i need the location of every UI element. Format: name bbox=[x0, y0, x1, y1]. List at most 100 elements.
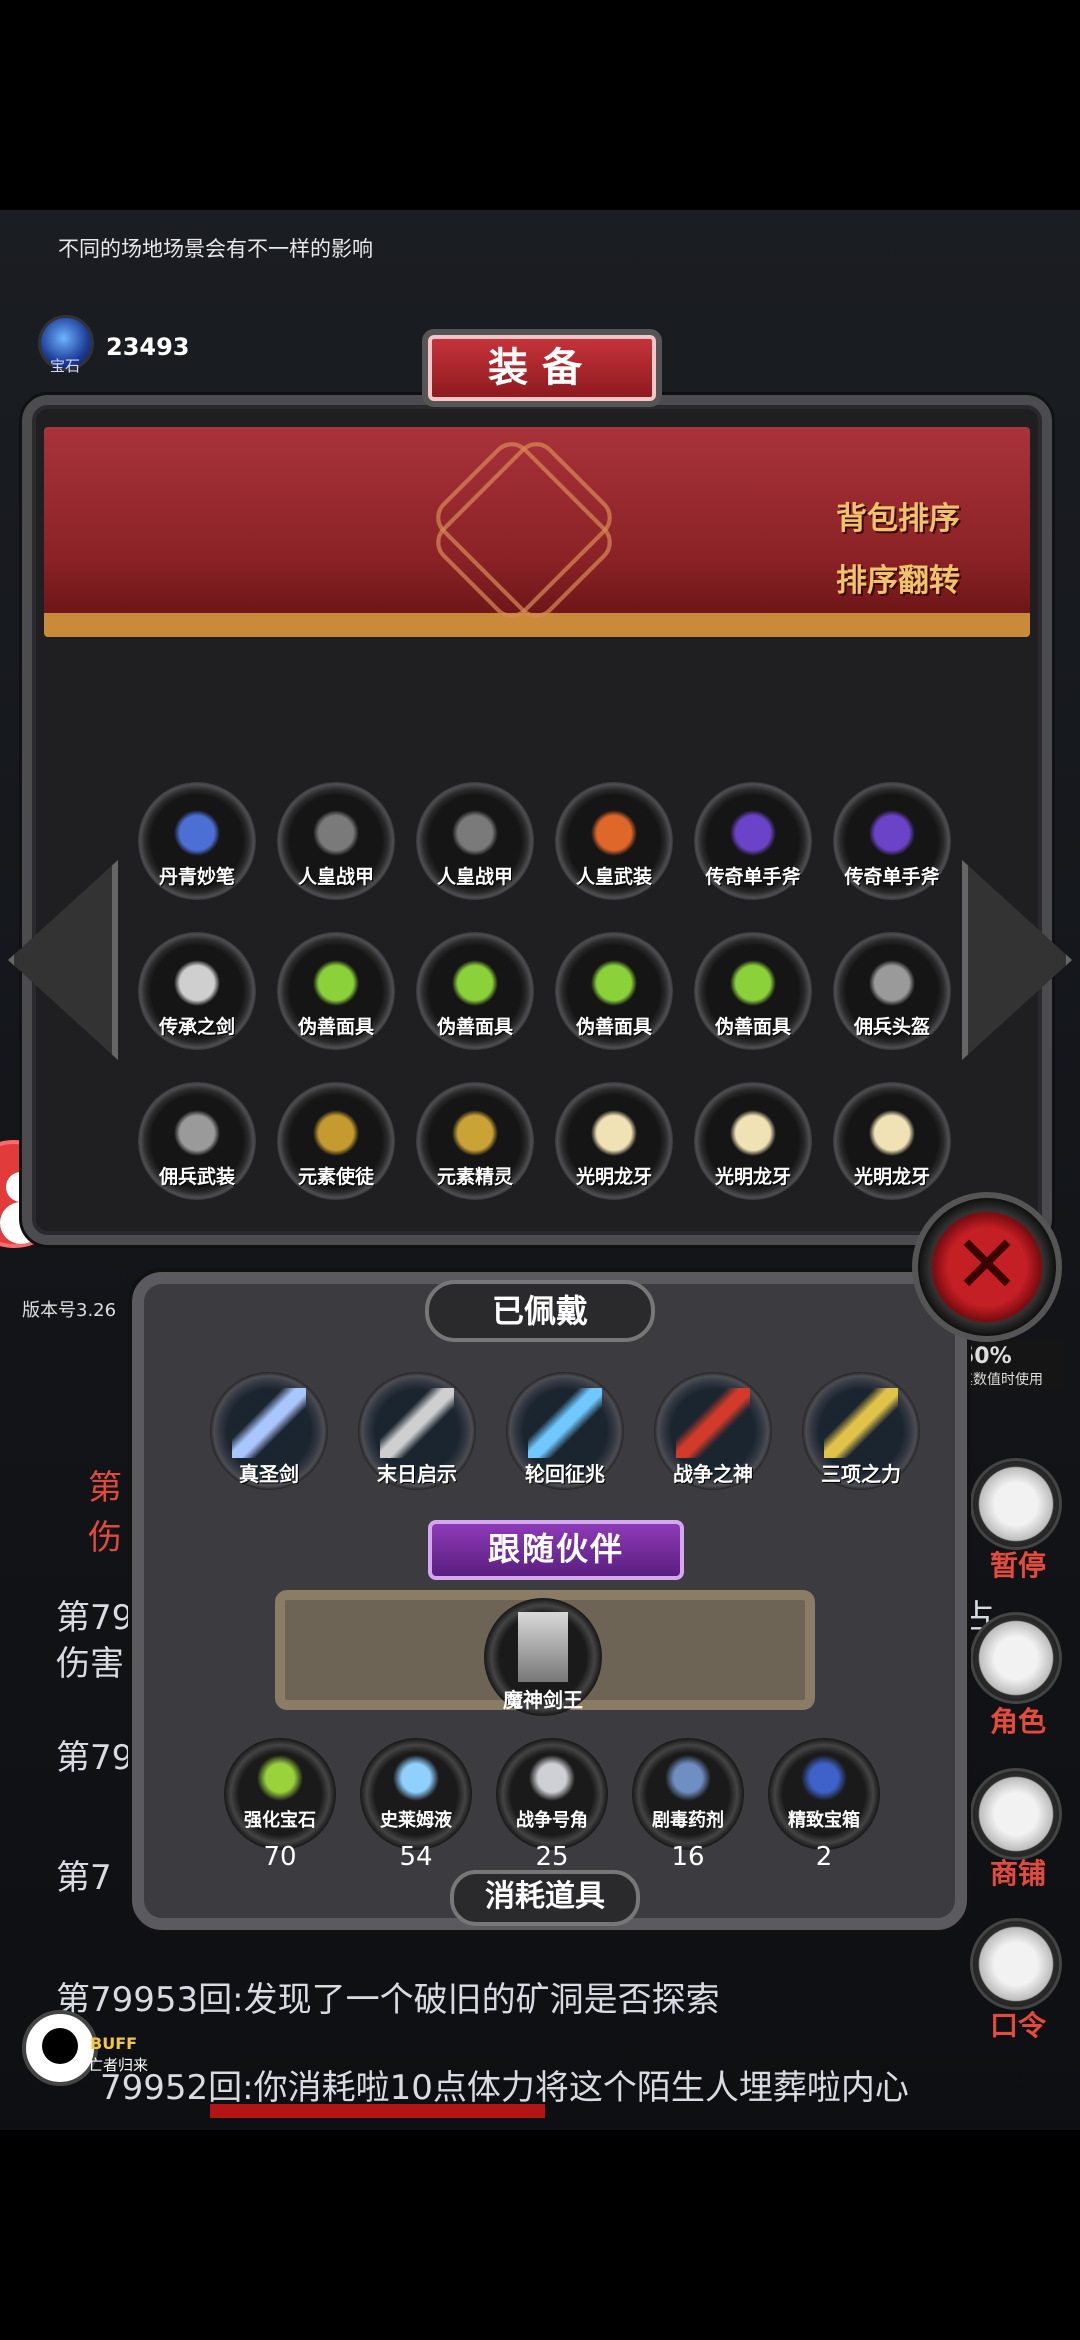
inventory-item[interactable]: 人皇武装 bbox=[555, 782, 673, 900]
sort-bag-button[interactable]: 背包排序 bbox=[836, 493, 960, 538]
inventory-item[interactable]: 光明龙牙 bbox=[555, 1082, 673, 1200]
equipped-slot[interactable]: 真圣剑 bbox=[210, 1372, 328, 1490]
item-icon bbox=[867, 804, 917, 862]
item-label: 佣兵武装 bbox=[158, 1166, 235, 1188]
log-line-b: 79952回:你消耗啦10点体力将这个陌生人埋葬啦内心 bbox=[100, 2068, 909, 2108]
item-label: 丹青妙笔 bbox=[158, 866, 235, 888]
dice-pause-button[interactable] bbox=[970, 1458, 1062, 1550]
inventory-item[interactable]: 佣兵武装 bbox=[138, 1082, 256, 1200]
item-icon bbox=[311, 804, 361, 862]
consumable-count: 2 bbox=[815, 1842, 833, 1872]
companion-icon bbox=[518, 1612, 568, 1682]
crossed-swords-emblem-2 bbox=[427, 433, 621, 627]
equipped-slot[interactable]: 战争之神 bbox=[654, 1372, 772, 1490]
panel-title: 装备 bbox=[428, 335, 656, 401]
equipped-slot[interactable]: 末日启示 bbox=[358, 1372, 476, 1490]
consumable-label: 剧毒药剂 bbox=[652, 1810, 724, 1831]
consumable-item[interactable]: 战争号角 25 bbox=[496, 1738, 608, 1872]
item-icon bbox=[450, 954, 500, 1012]
code-button[interactable] bbox=[970, 1918, 1062, 2010]
hp-bar bbox=[210, 2104, 545, 2118]
equipped-item-label: 三项之力 bbox=[821, 1462, 901, 1486]
equipped-item-label: 轮回征兆 bbox=[525, 1462, 605, 1486]
inventory-item[interactable]: 人皇战甲 bbox=[277, 782, 395, 900]
item-icon bbox=[728, 954, 778, 1012]
inventory-item[interactable]: 伪善面具 bbox=[277, 932, 395, 1050]
consumable-item[interactable]: 剧毒药剂 16 bbox=[632, 1738, 744, 1872]
inventory-item[interactable]: 人皇战甲 bbox=[416, 782, 534, 900]
inventory-item[interactable]: 元素精灵 bbox=[416, 1082, 534, 1200]
consumable-item[interactable]: 精致宝箱 2 bbox=[768, 1738, 880, 1872]
stat-sub: 其数值时使用 bbox=[959, 1372, 1043, 1388]
item-label: 人皇战甲 bbox=[436, 866, 513, 888]
inventory-item[interactable]: 传奇单手斧 bbox=[833, 782, 951, 900]
item-label: 传承之剑 bbox=[158, 1016, 235, 1038]
consumable-label: 精致宝箱 bbox=[788, 1810, 860, 1831]
item-icon bbox=[589, 954, 639, 1012]
equipped-slot[interactable]: 轮回征兆 bbox=[506, 1372, 624, 1490]
equipped-item-icon bbox=[676, 1388, 750, 1458]
inventory-item[interactable]: 传承之剑 bbox=[138, 932, 256, 1050]
close-button[interactable]: ✕ bbox=[912, 1192, 1062, 1342]
inventory-item[interactable]: 丹青妙笔 bbox=[138, 782, 256, 900]
consumable-icon bbox=[392, 1752, 440, 1804]
item-label: 光明龙牙 bbox=[853, 1166, 930, 1188]
item-label: 佣兵头盔 bbox=[853, 1016, 930, 1038]
item-label: 传奇单手斧 bbox=[705, 866, 801, 888]
item-label: 伪善面具 bbox=[297, 1016, 374, 1038]
log-red-1: 第 bbox=[88, 1468, 122, 1508]
item-icon bbox=[589, 1104, 639, 1162]
shop-button[interactable] bbox=[970, 1768, 1062, 1860]
inventory-item[interactable]: 元素使徒 bbox=[277, 1082, 395, 1200]
inventory-item[interactable]: 佣兵头盔 bbox=[833, 932, 951, 1050]
item-icon bbox=[728, 804, 778, 862]
inventory-item[interactable]: 光明龙牙 bbox=[833, 1082, 951, 1200]
inventory-item[interactable]: 伪善面具 bbox=[416, 932, 534, 1050]
item-label: 伪善面具 bbox=[436, 1016, 513, 1038]
pause-label: 暂停 bbox=[989, 1549, 1046, 1582]
consumable-count: 70 bbox=[263, 1842, 297, 1872]
item-icon bbox=[867, 954, 917, 1012]
log-partial-1: 第79 bbox=[56, 1598, 134, 1638]
code-label: 口令 bbox=[989, 2009, 1046, 2042]
consumable-count: 54 bbox=[399, 1842, 433, 1872]
gem-label: 宝石 bbox=[50, 357, 81, 375]
companion-name: 魔神剑王 bbox=[503, 1688, 583, 1712]
consumables-title: 消耗道具 bbox=[450, 1870, 640, 1926]
inventory-item[interactable]: 光明龙牙 bbox=[694, 1082, 812, 1200]
item-label: 元素精灵 bbox=[436, 1166, 513, 1188]
role-button[interactable] bbox=[970, 1612, 1062, 1704]
companion-title: 跟随伙伴 bbox=[428, 1520, 684, 1580]
log-partial-4: 第7 bbox=[56, 1858, 112, 1898]
companion-slot[interactable]: 魔神剑王 bbox=[484, 1598, 602, 1716]
role-label: 角色 bbox=[989, 1705, 1046, 1738]
equipped-slot[interactable]: 三项之力 bbox=[802, 1372, 920, 1490]
item-icon bbox=[172, 804, 222, 862]
equipped-item-icon bbox=[824, 1388, 898, 1458]
item-icon bbox=[172, 1104, 222, 1162]
item-icon bbox=[867, 1104, 917, 1162]
inventory-item[interactable]: 伪善面具 bbox=[694, 932, 812, 1050]
scene-hint: 不同的场地场景会有不一样的影响 bbox=[58, 237, 373, 261]
consumable-item[interactable]: 强化宝石 70 bbox=[224, 1738, 336, 1872]
inventory-item[interactable]: 伪善面具 bbox=[555, 932, 673, 1050]
equipped-item-label: 真圣剑 bbox=[239, 1462, 299, 1486]
equipment-banner: 背包排序 排序翻转 bbox=[44, 427, 1030, 637]
inventory-item[interactable]: 传奇单手斧 bbox=[694, 782, 812, 900]
consumable-count: 25 bbox=[535, 1842, 569, 1872]
reverse-sort-button[interactable]: 排序翻转 bbox=[836, 555, 960, 600]
equipped-item-icon bbox=[528, 1388, 602, 1458]
consumable-count: 16 bbox=[671, 1842, 705, 1872]
item-label: 传奇单手斧 bbox=[844, 866, 940, 888]
gem-count: 23493 bbox=[106, 333, 190, 361]
shop-label: 商铺 bbox=[989, 1857, 1046, 1890]
consumable-icon bbox=[800, 1752, 848, 1804]
item-label: 人皇战甲 bbox=[297, 866, 374, 888]
skull-buff-icon[interactable] bbox=[22, 2010, 98, 2086]
item-icon bbox=[311, 954, 361, 1012]
consumable-item[interactable]: 史莱姆液 54 bbox=[360, 1738, 472, 1872]
item-label: 光明龙牙 bbox=[575, 1166, 652, 1188]
equipped-item-label: 战争之神 bbox=[673, 1462, 753, 1486]
item-icon bbox=[450, 804, 500, 862]
log-line-a: 第79953回:发现了一个破旧的矿洞是否探索 bbox=[56, 1980, 720, 2020]
